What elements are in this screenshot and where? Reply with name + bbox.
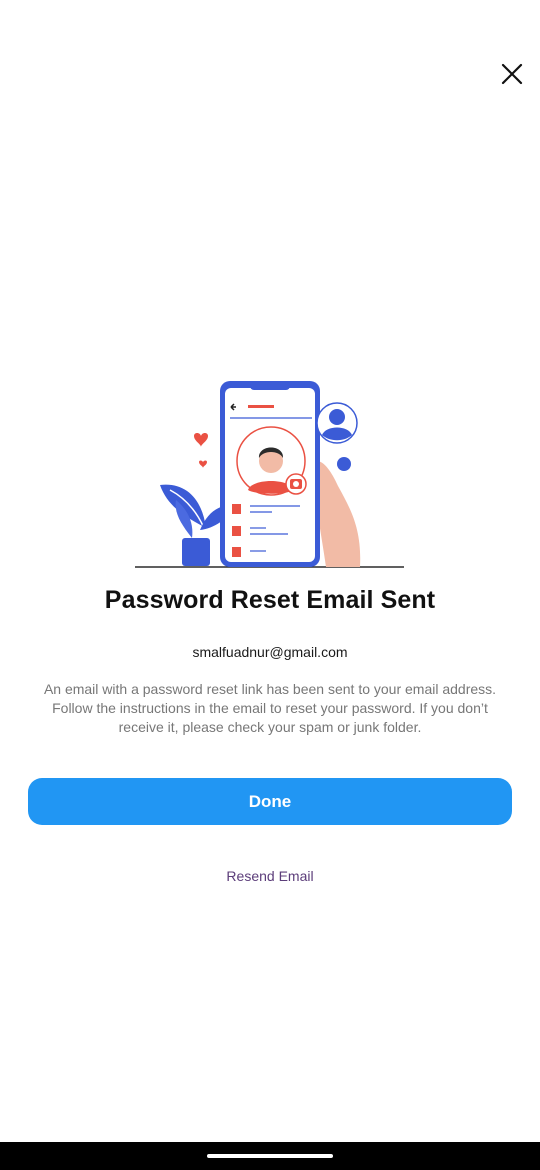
user-bubble-icon [316,402,358,444]
done-button[interactable]: Done [28,778,512,825]
recipient-email: smalfuadnur@gmail.com [192,644,348,660]
phone-profile-illustration [135,381,404,568]
dot-decoration [337,457,351,471]
heart-small-icon [199,460,207,468]
phone [220,381,320,567]
page-title: Password Reset Email Sent [104,586,436,614]
instructions-text: An email with a password reset link has … [43,681,497,735]
resend-email-link[interactable]: Resend Email [0,868,540,884]
heart-icon [194,433,208,447]
home-indicator[interactable] [207,1154,333,1158]
close-icon [501,63,523,85]
close-button[interactable] [496,58,528,90]
system-nav-bar [0,1142,540,1170]
